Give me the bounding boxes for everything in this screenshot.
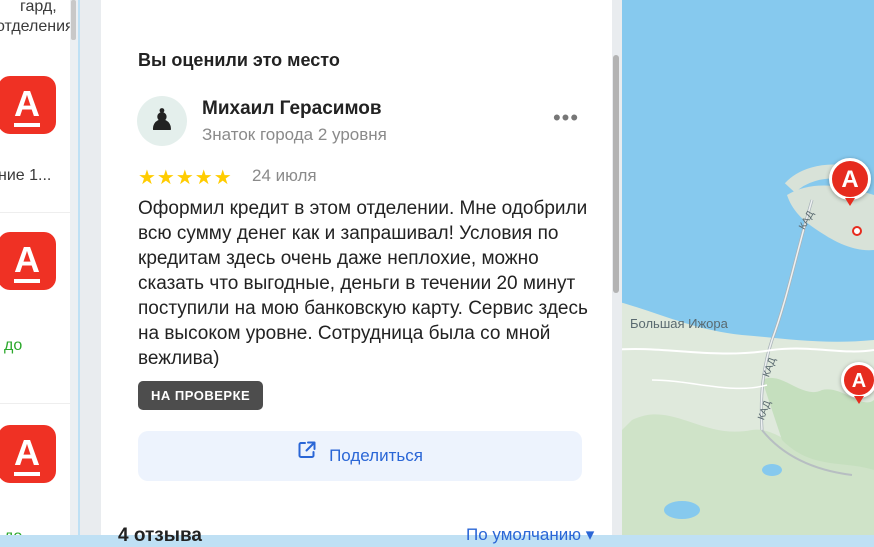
alfa-bank-logo-icon[interactable]: А (0, 232, 56, 290)
review-text: Оформил кредит в этом отделении. Мне одо… (138, 198, 588, 369)
alfa-bank-logo-icon[interactable]: А (0, 76, 56, 134)
alfa-bank-logo-icon[interactable]: А (0, 425, 56, 483)
review-panel: Вы оценили это место ♟ Михаил Герасимов … (80, 0, 622, 546)
more-options-icon[interactable]: ••• (551, 107, 581, 132)
chess-pawn-icon: ♟ (148, 104, 176, 137)
rating-stars: ★★★★★ (138, 167, 233, 189)
share-label: Поделиться (329, 446, 423, 465)
sort-dropdown[interactable]: По умолчанию ▾ (466, 525, 594, 545)
map-point-marker[interactable] (852, 226, 862, 236)
map-pin-alfa[interactable]: А (829, 158, 871, 206)
review-date: 24 июля (252, 166, 317, 185)
list-scrollbar-track[interactable] (70, 0, 78, 535)
reviews-count: 4 отзыва (118, 525, 202, 546)
author-level: Знаток города 2 уровня (202, 125, 387, 144)
map[interactable]: Большая Ижора КАД КАД КАД А А (612, 0, 874, 535)
map-terrain (612, 0, 874, 535)
avatar[interactable]: ♟ (137, 96, 187, 146)
search-results-list[interactable]: гард, отделения А ние 1... А до А до (0, 0, 70, 535)
section-title: Вы оценили это место (138, 50, 340, 70)
list-item-text: ние 1... (0, 167, 52, 184)
divider (0, 403, 70, 404)
list-scrollbar-thumb[interactable] (71, 0, 76, 40)
list-item-text: гард, (20, 0, 57, 15)
map-label-town: Большая Ижора (630, 316, 728, 331)
map-pin-alfa[interactable]: А (841, 362, 874, 404)
share-icon (297, 430, 317, 480)
review-card: Вы оценили это место ♟ Михаил Герасимов … (101, 0, 612, 546)
divider (0, 212, 70, 213)
share-button[interactable]: Поделиться (138, 431, 582, 481)
author-name[interactable]: Михаил Герасимов (202, 98, 382, 120)
panel-scrollbar-thumb[interactable] (613, 55, 619, 293)
list-item-status: до (4, 528, 22, 535)
list-item-text: отделения (0, 18, 70, 35)
status-badge: НА ПРОВЕРКЕ (138, 381, 264, 410)
list-item-status: до (4, 337, 23, 354)
